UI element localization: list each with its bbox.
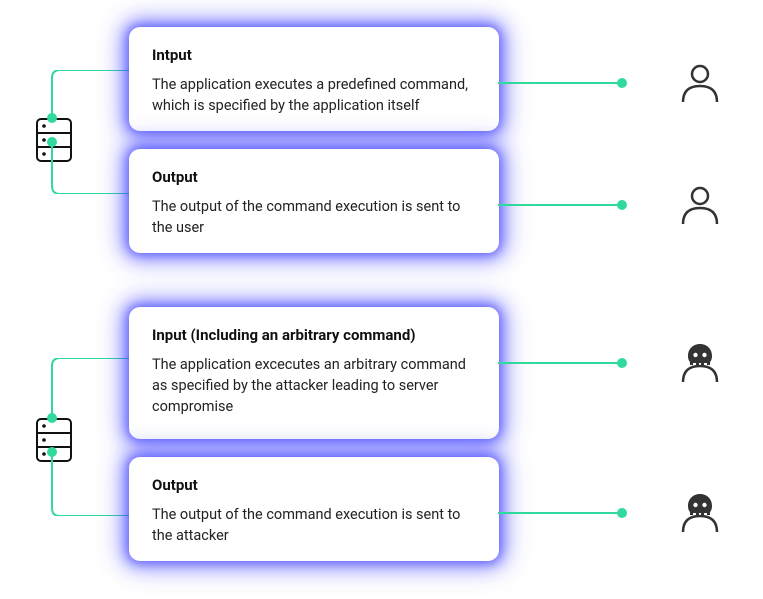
- arrow-to-attacker-2: [498, 512, 626, 514]
- attack-input-title: Input (Including an arbitrary command): [152, 326, 476, 344]
- normal-flow-section: Intput The application executes a predef…: [0, 0, 763, 280]
- attack-flow-section: Input (Including an arbitrary command) T…: [0, 280, 763, 599]
- attacker-icon: [679, 492, 721, 534]
- attack-output-card: Output The output of the command executi…: [130, 458, 498, 560]
- connector-left-2: [44, 358, 130, 516]
- user-icon: [679, 62, 721, 104]
- input-body: The application executes a predefined co…: [152, 74, 476, 116]
- attack-input-card: Input (Including an arbitrary command) T…: [130, 308, 498, 438]
- attack-output-title: Output: [152, 476, 476, 494]
- arrow-to-attacker-1: [498, 362, 626, 364]
- arrow-to-user-1: [498, 82, 626, 84]
- attack-output-body: The output of the command execution is s…: [152, 504, 476, 546]
- attack-input-body: The application excecutes an arbitrary c…: [152, 354, 476, 417]
- arrow-to-user-2: [498, 204, 626, 206]
- user-icon: [679, 184, 721, 226]
- attacker-icon: [679, 342, 721, 384]
- output-body: The output of the command execution is s…: [152, 196, 476, 238]
- input-title: Intput: [152, 46, 476, 64]
- connector-left-1: [44, 70, 130, 194]
- output-card: Output The output of the command executi…: [130, 150, 498, 252]
- input-card: Intput The application executes a predef…: [130, 28, 498, 130]
- output-title: Output: [152, 168, 476, 186]
